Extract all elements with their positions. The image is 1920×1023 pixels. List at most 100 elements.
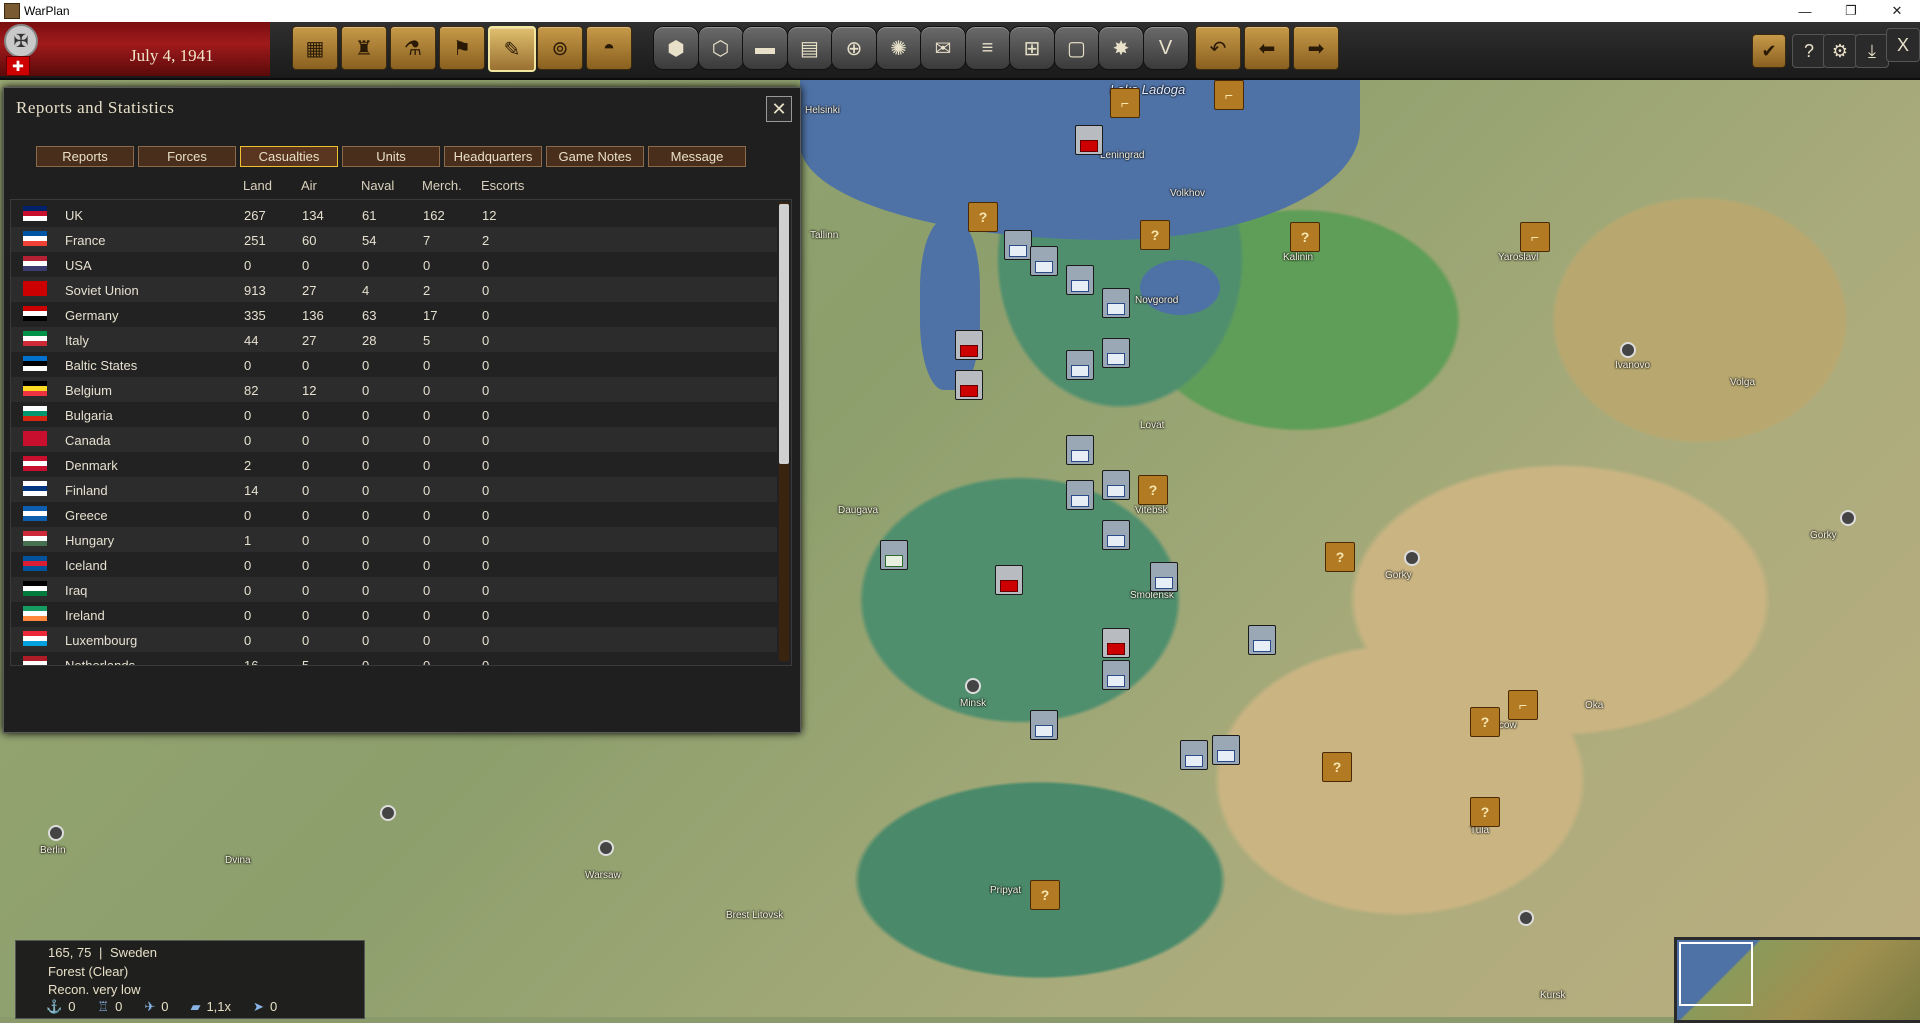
german-unit-counter[interactable] bbox=[995, 565, 1023, 595]
table-row[interactable]: Italy 44 27 28 5 0 bbox=[11, 327, 777, 352]
soviet-unit-counter[interactable] bbox=[1030, 246, 1058, 276]
table-row[interactable]: France 251 60 54 7 2 bbox=[11, 227, 777, 252]
undo-button[interactable]: ↶ bbox=[1195, 26, 1241, 70]
finnish-unit-counter[interactable] bbox=[880, 540, 908, 570]
soviet-unit-counter[interactable] bbox=[1004, 230, 1032, 260]
unknown-unit-marker[interactable]: ? bbox=[1138, 475, 1168, 505]
unknown-unit-marker[interactable]: ? bbox=[1140, 220, 1170, 250]
supply-button[interactable]: ▤ bbox=[786, 26, 833, 70]
table-row[interactable]: Baltic States 0 0 0 0 0 bbox=[11, 352, 777, 377]
envelope-button[interactable]: ✉ bbox=[920, 26, 966, 70]
helmet-button[interactable]: ◓ bbox=[586, 26, 632, 70]
hq-marker[interactable]: ⌐ bbox=[1520, 222, 1550, 252]
soviet-unit-counter[interactable] bbox=[1102, 288, 1130, 318]
report-button[interactable]: ✎ bbox=[488, 26, 536, 72]
german-unit-counter[interactable] bbox=[1075, 125, 1103, 155]
panel-close-button[interactable]: ✕ bbox=[766, 96, 792, 122]
scrollbar-thumb[interactable] bbox=[779, 204, 789, 464]
table-row[interactable]: Luxembourg 0 0 0 0 0 bbox=[11, 627, 777, 652]
table-row[interactable]: Canada 0 0 0 0 0 bbox=[11, 427, 777, 452]
arrow-left-button[interactable]: ⬅ bbox=[1244, 26, 1290, 70]
city-marker[interactable] bbox=[1518, 910, 1534, 926]
close-x-button[interactable]: X bbox=[1886, 28, 1920, 62]
armor-button[interactable]: ▬ bbox=[742, 26, 788, 70]
settings-button[interactable]: ⚙ bbox=[1823, 34, 1857, 68]
help-button[interactable]: ? bbox=[1792, 34, 1826, 68]
unknown-unit-marker[interactable]: ? bbox=[1322, 752, 1352, 782]
unknown-unit-marker[interactable]: ? bbox=[1470, 797, 1500, 827]
table-row[interactable]: Iraq 0 0 0 0 0 bbox=[11, 577, 777, 602]
minimap[interactable] bbox=[1674, 937, 1920, 1023]
soviet-unit-counter[interactable] bbox=[1066, 350, 1094, 380]
soviet-unit-counter[interactable] bbox=[1030, 710, 1058, 740]
table-row[interactable]: Finland 14 0 0 0 0 bbox=[11, 477, 777, 502]
table-row[interactable]: USA 0 0 0 0 0 bbox=[11, 252, 777, 277]
tab-game-notes[interactable]: Game Notes bbox=[546, 146, 644, 167]
minimize-button[interactable]: — bbox=[1782, 0, 1828, 22]
soviet-unit-counter[interactable] bbox=[1066, 480, 1094, 510]
checkmark-button[interactable]: ✔ bbox=[1752, 34, 1786, 68]
soviet-unit-counter[interactable] bbox=[1180, 740, 1208, 770]
table-row[interactable]: Germany 335 136 63 17 0 bbox=[11, 302, 777, 327]
city-marker[interactable] bbox=[1840, 510, 1856, 526]
soviet-unit-counter[interactable] bbox=[1212, 735, 1240, 765]
tab-message[interactable]: Message bbox=[648, 146, 746, 167]
table-row[interactable]: Bulgaria 0 0 0 0 0 bbox=[11, 402, 777, 427]
soviet-unit-counter[interactable] bbox=[1102, 338, 1130, 368]
soviet-unit-counter[interactable] bbox=[1248, 625, 1276, 655]
arrow-right-button[interactable]: ➡ bbox=[1293, 26, 1339, 70]
unknown-unit-marker[interactable]: ? bbox=[1325, 542, 1355, 572]
target-button[interactable]: ⊕ bbox=[831, 26, 877, 70]
german-unit-counter[interactable] bbox=[1102, 628, 1130, 658]
hq-marker[interactable]: ⌐ bbox=[1508, 690, 1538, 720]
table-row[interactable]: Denmark 2 0 0 0 0 bbox=[11, 452, 777, 477]
maximize-button[interactable]: ❐ bbox=[1828, 0, 1874, 22]
german-unit-counter[interactable] bbox=[955, 330, 983, 360]
city-marker[interactable] bbox=[1620, 342, 1636, 358]
tab-reports[interactable]: Reports bbox=[36, 146, 134, 167]
tab-headquarters[interactable]: Headquarters bbox=[444, 146, 542, 167]
window-close-button[interactable]: ✕ bbox=[1874, 0, 1920, 22]
city-marker[interactable] bbox=[380, 805, 396, 821]
tab-casualties[interactable]: Casualties bbox=[240, 146, 338, 167]
soviet-unit-counter[interactable] bbox=[1102, 520, 1130, 550]
soviet-unit-counter[interactable] bbox=[1150, 562, 1178, 592]
unknown-unit-marker[interactable]: ? bbox=[1470, 707, 1500, 737]
table-row[interactable]: Soviet Union 913 27 4 2 0 bbox=[11, 277, 777, 302]
city-marker[interactable] bbox=[48, 825, 64, 841]
microscope-button[interactable]: ⚗ bbox=[390, 26, 436, 70]
table-row[interactable]: UK 267 134 61 162 12 bbox=[11, 202, 777, 227]
city-marker[interactable] bbox=[965, 678, 981, 694]
unknown-unit-marker[interactable]: ? bbox=[1030, 880, 1060, 910]
flag-button[interactable]: ⚑ bbox=[439, 26, 485, 70]
table-row[interactable]: Ireland 0 0 0 0 0 bbox=[11, 602, 777, 627]
hexes-button[interactable]: ⬡ bbox=[697, 26, 744, 70]
table-row[interactable]: Netherlands 16 5 0 0 0 bbox=[11, 652, 777, 665]
binoculars-button[interactable]: ⊚ bbox=[537, 26, 583, 70]
factory-button[interactable]: ▦ bbox=[292, 26, 338, 70]
table-row[interactable]: Greece 0 0 0 0 0 bbox=[11, 502, 777, 527]
download-button[interactable]: ⤓ bbox=[1855, 34, 1889, 68]
table-row[interactable]: Belgium 82 12 0 0 0 bbox=[11, 377, 777, 402]
soviet-unit-counter[interactable] bbox=[1066, 435, 1094, 465]
casualties-table[interactable]: UK 267 134 61 162 12 France 251 60 54 7 2 USA 0 0 0 0 0 So… bbox=[10, 199, 792, 666]
sun-button[interactable]: ✺ bbox=[875, 26, 922, 70]
faction-emblem-icon[interactable]: ✠ bbox=[4, 24, 38, 58]
grid-button[interactable]: ⊞ bbox=[1009, 26, 1055, 70]
soviet-unit-counter[interactable] bbox=[1102, 660, 1130, 690]
unknown-unit-marker[interactable]: ? bbox=[968, 202, 998, 232]
frame-button[interactable]: ▢ bbox=[1053, 26, 1100, 70]
hex-filter-button[interactable]: ⬢ bbox=[653, 26, 699, 70]
tab-units[interactable]: Units bbox=[342, 146, 440, 167]
minimap-viewport[interactable] bbox=[1679, 942, 1753, 1006]
ship-button[interactable]: ♜ bbox=[341, 26, 387, 70]
table-row[interactable]: Iceland 0 0 0 0 0 bbox=[11, 552, 777, 577]
hq-marker[interactable]: ⌐ bbox=[1110, 88, 1140, 118]
soviet-unit-counter[interactable] bbox=[1066, 265, 1094, 295]
unknown-unit-marker[interactable]: ? bbox=[1290, 222, 1320, 252]
city-marker[interactable] bbox=[1404, 550, 1420, 566]
hq-marker[interactable]: ⌐ bbox=[1214, 80, 1244, 110]
tab-forces[interactable]: Forces bbox=[138, 146, 236, 167]
table-row[interactable]: Hungary 1 0 0 0 0 bbox=[11, 527, 777, 552]
city-marker[interactable] bbox=[598, 840, 614, 856]
